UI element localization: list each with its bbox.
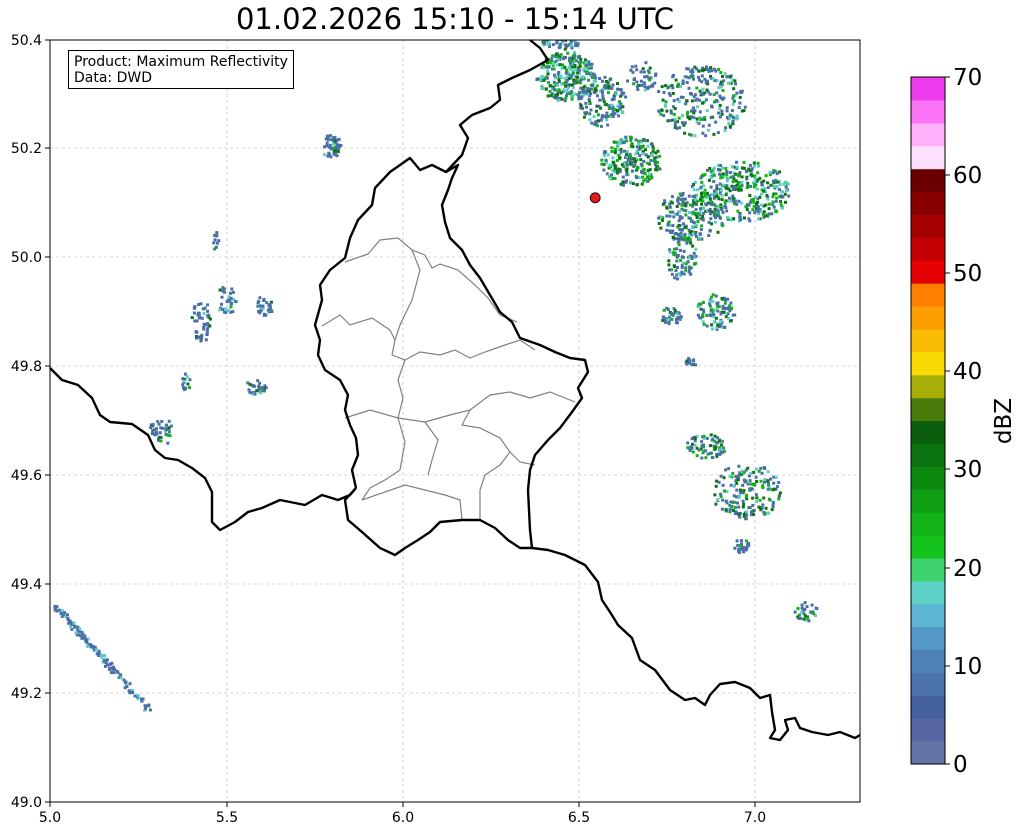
colorbar-band	[911, 695, 945, 719]
colorbar-band	[911, 741, 945, 765]
y-tick-label: 50.2	[11, 141, 42, 157]
colorbar-band	[911, 672, 945, 696]
colorbar-ticks: 0 10 20 30 40 50 60 70	[945, 65, 982, 778]
colorbar-band	[911, 603, 945, 628]
x-tick-label: 7.0	[744, 810, 766, 826]
x-tick-label: 6.5	[568, 810, 590, 826]
y-tick-label: 49.2	[11, 686, 42, 702]
colorbar-tick-label: 40	[953, 359, 982, 385]
colorbar-band	[911, 718, 945, 742]
colorbar-tick-label: 50	[953, 261, 982, 287]
y-tick-label: 49.0	[11, 795, 42, 811]
x-axis-labels: 5.0 5.5 6.0 6.5 7.0	[39, 810, 766, 826]
colorbar-band	[911, 145, 945, 170]
x-tick-label: 6.0	[392, 810, 414, 826]
colorbar-band	[911, 580, 945, 605]
x-tick-label: 5.5	[216, 810, 238, 826]
colorbar-band	[911, 328, 945, 353]
y-tick-label: 49.4	[11, 577, 42, 593]
colorbar-band	[911, 374, 945, 399]
data-source-label: Data: DWD	[74, 70, 152, 86]
colorbar-tick-label: 0	[953, 752, 968, 778]
colorbar-band	[911, 397, 945, 422]
plot-area	[50, 40, 860, 802]
colorbar-band	[911, 283, 945, 307]
product-info-box: Product: Maximum Reflectivity Data: DWD	[68, 50, 294, 89]
colorbar-band	[911, 214, 945, 238]
colorbar-band	[911, 420, 945, 444]
colorbar	[911, 77, 945, 765]
colorbar-band	[911, 489, 945, 513]
colorbar-tick-label: 30	[953, 457, 982, 483]
colorbar-band	[911, 443, 945, 467]
y-axis-labels: 49.0 49.2 49.4 49.6 49.8 50.0 50.2 50.4	[11, 33, 42, 811]
colorbar-band	[911, 535, 945, 559]
colorbar-band	[911, 512, 945, 536]
colorbar-tick-label: 70	[953, 65, 982, 91]
y-tick-label: 50.4	[11, 33, 42, 49]
colorbar-band	[911, 626, 945, 651]
y-tick-label: 49.8	[11, 359, 42, 375]
colorbar-band	[911, 466, 945, 490]
colorbar-band	[911, 237, 945, 261]
y-tick-label: 49.6	[11, 468, 42, 484]
colorbar-tick-label: 20	[953, 556, 982, 582]
colorbar-band	[911, 557, 945, 582]
colorbar-tick-label: 60	[953, 163, 982, 189]
colorbar-band	[911, 260, 945, 284]
colorbar-band	[911, 99, 945, 124]
colorbar-band	[911, 168, 945, 193]
colorbar-band	[911, 122, 945, 147]
x-tick-label: 5.0	[39, 810, 61, 826]
colorbar-band	[911, 77, 945, 101]
product-label: Product: Maximum Reflectivity	[74, 54, 288, 70]
colorbar-band	[911, 191, 945, 215]
colorbar-tick-label: 10	[953, 654, 982, 680]
radar-map: 5.0 5.5 6.0 6.5 7.0 49.0 49.2 49.4 49.6 …	[11, 33, 1017, 826]
colorbar-band	[911, 351, 945, 376]
colorbar-label: dBZ	[991, 398, 1017, 444]
colorbar-band	[911, 649, 945, 673]
colorbar-band	[911, 306, 945, 330]
radar-site-marker	[589, 192, 601, 204]
y-tick-label: 50.0	[11, 250, 42, 266]
